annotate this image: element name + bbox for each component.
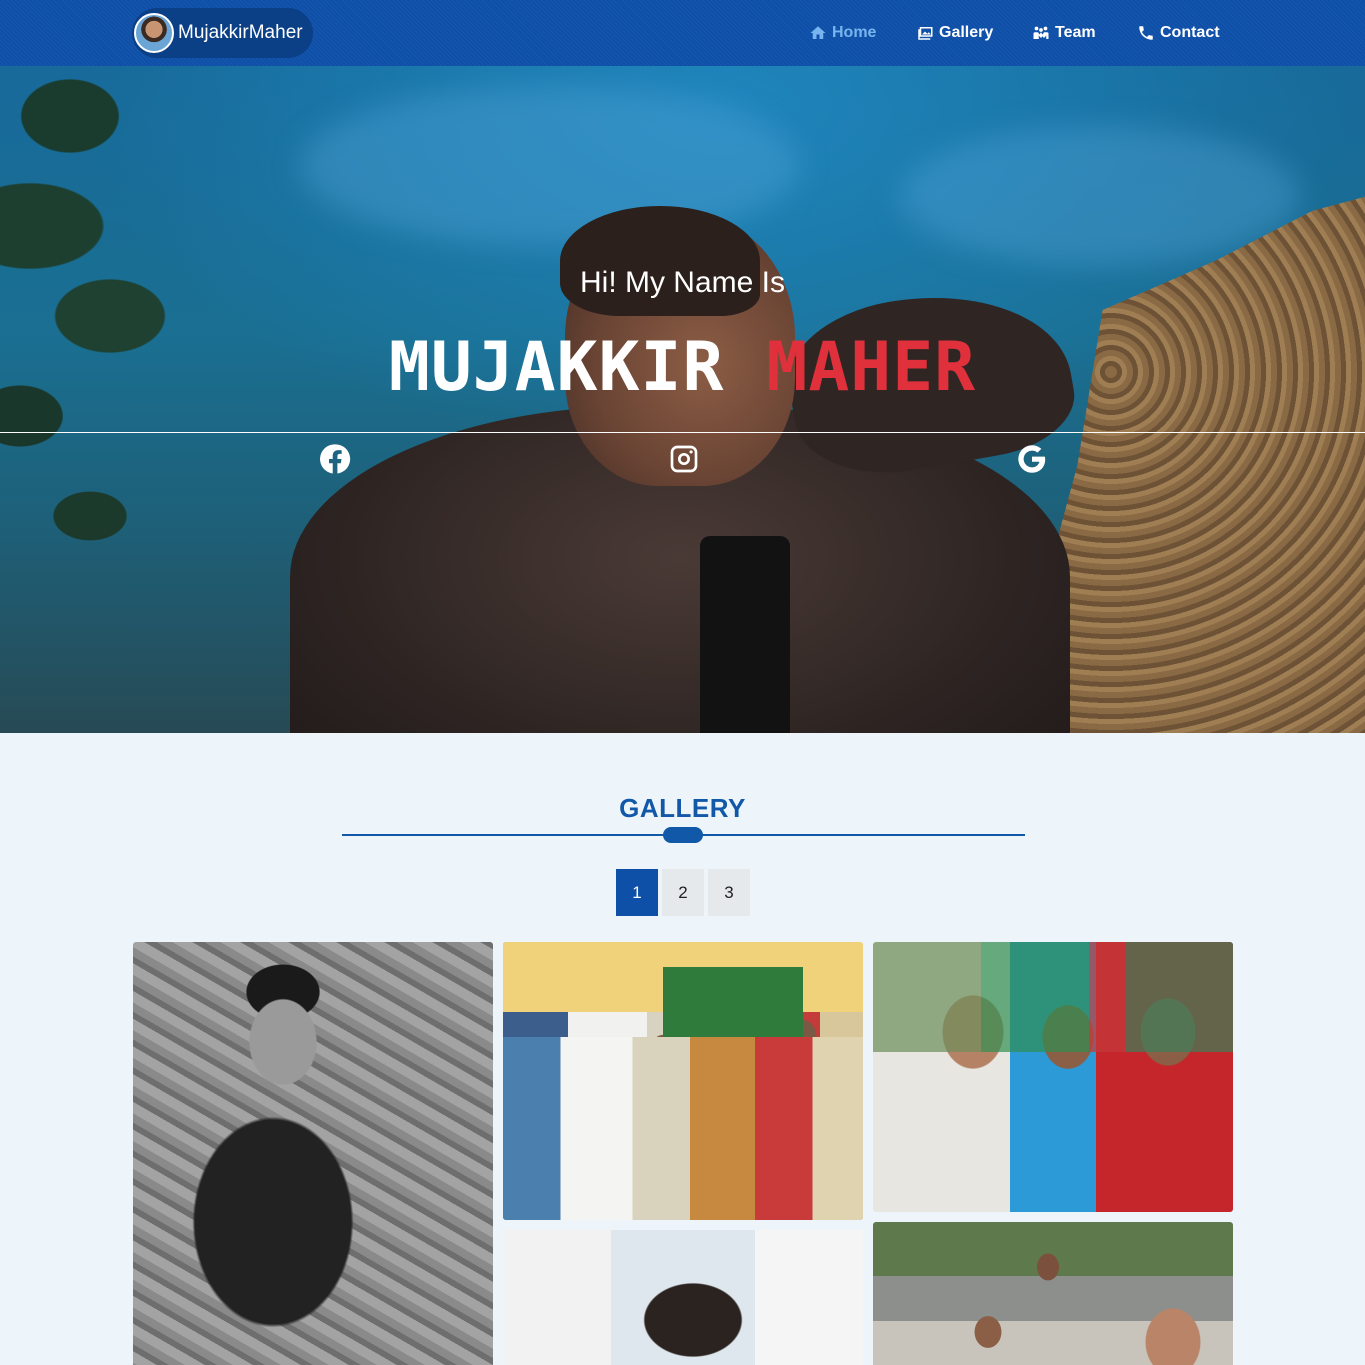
nav-item-label: Home xyxy=(832,24,877,41)
google-icon xyxy=(1018,445,1046,473)
hero-first-name: MUJAKKIR xyxy=(388,328,725,407)
facebook-link[interactable] xyxy=(318,442,352,476)
hero-greeting: Hi! My Name Is xyxy=(579,266,786,299)
nav-item-label: Contact xyxy=(1160,24,1220,41)
hero-divider xyxy=(0,432,1365,433)
hero-content: Hi! My Name Is MUJAKKIR MAHER xyxy=(0,66,1365,733)
page-button-2[interactable]: 2 xyxy=(662,869,704,916)
phone-icon xyxy=(1139,26,1153,40)
gallery-section: GALLERY 1 2 3 xyxy=(0,733,1365,1365)
instagram-link[interactable] xyxy=(667,442,701,476)
nav-item-gallery[interactable]: Gallery xyxy=(916,21,993,45)
team-icon xyxy=(1033,26,1049,39)
images-icon xyxy=(918,27,933,40)
nav-links: Home Gallery Team Contact xyxy=(0,0,1365,66)
page-button-1[interactable]: 1 xyxy=(616,869,658,916)
nav-item-label: Team xyxy=(1055,24,1096,41)
gallery-photo[interactable] xyxy=(133,942,493,1365)
title-divider-pill xyxy=(663,827,703,843)
gallery-photo[interactable] xyxy=(873,1222,1233,1365)
nav-item-label: Gallery xyxy=(939,24,994,41)
facebook-icon xyxy=(320,444,351,474)
gallery-photo[interactable] xyxy=(503,1230,863,1365)
nav-item-team[interactable]: Team xyxy=(1032,21,1096,45)
google-link[interactable] xyxy=(1015,442,1049,476)
nav-item-home[interactable]: Home xyxy=(809,21,876,45)
gallery-pagination: 1 2 3 xyxy=(616,869,750,916)
instagram-icon xyxy=(670,445,698,473)
home-icon xyxy=(810,26,826,39)
hero-last-name: MAHER xyxy=(766,328,977,407)
navbar: MujakkirMaher Home Gallery Team Contact xyxy=(0,0,1365,66)
gallery-title: GALLERY xyxy=(619,793,746,823)
photo-detail xyxy=(503,1037,863,1220)
gallery-photo[interactable] xyxy=(503,942,863,1220)
photo-detail xyxy=(873,942,1233,1052)
nav-item-contact[interactable]: Contact xyxy=(1137,21,1220,45)
gallery-photo[interactable] xyxy=(873,942,1233,1212)
hero-name: MUJAKKIR MAHER xyxy=(0,328,1365,407)
page-button-3[interactable]: 3 xyxy=(708,869,750,916)
hero-section: Hi! My Name Is MUJAKKIR MAHER xyxy=(0,66,1365,733)
